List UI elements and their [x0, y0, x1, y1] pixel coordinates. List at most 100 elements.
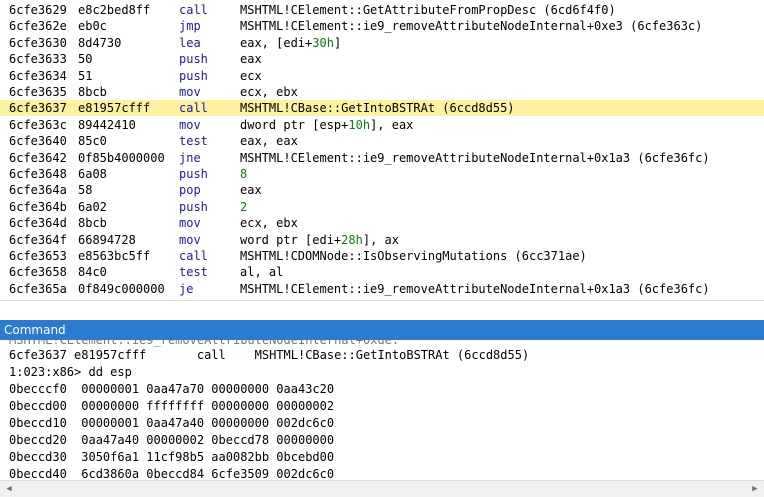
disasm-row[interactable]: 6cfe3653 e8563bc5ff call MSHTML!CDOMNode::I…: [0, 248, 764, 264]
disasm-address: 6cfe3634: [9, 68, 67, 83]
disasm-bytes: 6a08: [78, 167, 107, 181]
command-prompt-line: 1:023:x86> dd esp: [9, 365, 132, 379]
disasm-operands: ecx, ebx: [240, 216, 298, 231]
disasm-row[interactable]: 6cfe364a 58 pop eax: [0, 182, 764, 198]
disasm-row[interactable]: 6cfe3640 85c0 test eax, eax: [0, 133, 764, 149]
disasm-bytes: e8563bc5ff: [78, 249, 151, 263]
disasm-bytes: 0f849c000000: [78, 281, 165, 296]
disasm-mnemonic: je: [179, 281, 194, 296]
disasm-operands: 2: [240, 199, 248, 214]
scroll-left-icon[interactable]: ◀: [2, 482, 16, 496]
disasm-address: 6cfe364f: [9, 232, 67, 247]
disasm-mnemonic: mov: [179, 85, 201, 99]
disasm-operands: MSHTML!CElement::GetAttributeFromPropDes…: [240, 3, 616, 17]
disasm-bytes: 6a02: [78, 199, 107, 214]
disasm-operands: eax, eax: [240, 134, 298, 149]
disasm-mnemonic: test: [179, 265, 208, 280]
disasm-mnemonic: test: [179, 134, 208, 149]
disasm-address: 6cfe363c: [9, 117, 67, 132]
disasm-operands: MSHTML!CElement::ie9_removeAttributeNode…: [240, 150, 710, 165]
command-output[interactable]: MSHTML!CElement::ie9_removeAttributeNode…: [0, 340, 764, 480]
disasm-address: 6cfe365a: [9, 281, 67, 296]
disasm-address: 6cfe3630: [9, 35, 67, 50]
disasm-mnemonic: call: [179, 101, 208, 116]
disasm-row[interactable]: 6cfe3634 51 push ecx: [0, 68, 764, 84]
disasm-operands: dword ptr [esp+10h], eax: [240, 117, 414, 132]
command-output-line: 0beccd20 0aa47a40 00000002 0beccd78 0000…: [9, 433, 335, 447]
disasm-mnemonic: push: [179, 52, 208, 67]
disasm-address: 6cfe3658: [9, 265, 67, 280]
disasm-address: 6cfe3629: [9, 3, 67, 17]
disasm-row[interactable]: 6cfe3658 84c0 test al, al: [0, 264, 764, 280]
command-title: Command: [4, 323, 66, 337]
disasm-row[interactable]: 6cfe3642 0f85b4000000 jne MSHTML!CElement::…: [0, 150, 764, 166]
disasm-mnemonic: jmp: [179, 19, 201, 34]
disasm-bytes: eb0c: [78, 19, 107, 34]
scroll-right-icon[interactable]: ▶: [748, 482, 762, 496]
disasm-operands: eax, [edi+30h]: [240, 35, 342, 50]
disasm-bytes: 51: [78, 68, 93, 83]
disasm-address: 6cfe3653: [9, 249, 67, 263]
disasm-bytes: 84c0: [78, 265, 107, 280]
disasm-mnemonic: jne: [179, 150, 201, 165]
command-output-line: 0beccd00 00000000 ffffffff 00000000 0000…: [9, 399, 335, 413]
disasm-address: 6cfe3640: [9, 134, 67, 149]
disasm-operands: eax: [240, 52, 262, 67]
disasm-address: 6cfe3633: [9, 52, 67, 67]
disasm-mnemonic: mov: [179, 232, 201, 247]
disasm-bytes: 50: [78, 52, 93, 67]
disasm-operands: 8: [240, 167, 248, 181]
disasm-address: 6cfe3642: [9, 150, 67, 165]
disasm-bytes: 8d4730: [78, 35, 122, 50]
disasm-row[interactable]: 6cfe365a 0f849c000000 je MSHTML!CElement::i…: [0, 281, 764, 297]
disasm-mnemonic: push: [179, 68, 208, 83]
command-output-line: 0beccd10 00000001 0aa47a40 00000000 002d…: [9, 416, 335, 430]
disasm-mnemonic: mov: [179, 216, 201, 231]
disasm-row[interactable]: 6cfe3633 50 push eax: [0, 51, 764, 67]
disasm-row[interactable]: 6cfe3630 8d4730 lea eax, [edi+30h]: [0, 35, 764, 51]
disasm-row[interactable]: 6cfe3635 8bcb mov ecx, ebx: [0, 84, 764, 100]
disasm-operands: MSHTML!CDOMNode::IsObservingMutations (6…: [240, 249, 587, 263]
disasm-operands: eax: [240, 183, 262, 198]
disasm-operands: al, al: [240, 265, 284, 280]
disasm-address: 6cfe364b: [9, 199, 67, 214]
disasm-row-current[interactable]: 6cfe3637 e81957cfff call MSHTML!CBase::GetI…: [0, 100, 764, 117]
disasm-mnemonic: call: [179, 249, 208, 263]
disasm-operands: ecx, ebx: [240, 85, 298, 99]
disasm-operands: MSHTML!CBase::GetIntoBSTRAt (6ccd8d55): [240, 101, 515, 116]
disasm-bytes: 58: [78, 183, 93, 198]
horizontal-scrollbar[interactable]: ◀ ▶: [0, 480, 764, 497]
disasm-address: 6cfe3648: [9, 167, 67, 181]
disassembly-window[interactable]: 6cfe3629 e8c2bed8ffcall MSHTML!CElement::G…: [0, 0, 764, 318]
disasm-operands: ecx: [240, 68, 262, 83]
disasm-row[interactable]: 6cfe363c 89442410 mov dword ptr [esp+10h], …: [0, 117, 764, 133]
disasm-bytes: 0f85b4000000: [78, 150, 165, 165]
disasm-row[interactable]: 6cfe364b 6a02 push 2: [0, 199, 764, 215]
disasm-row[interactable]: 6cfe3629 e8c2bed8ff call MSHTML!CElement::G…: [0, 2, 764, 18]
disasm-operands: MSHTML!CElement::ie9_removeAttributeNode…: [240, 19, 703, 34]
command-output-line: 0beccd30 3050f6a1 11cf98b5 aa0082bb 0bce…: [9, 450, 335, 464]
disasm-row[interactable]: 6cfe362e eb0c jmp MSHTML!CElement::ie9_remo…: [0, 18, 764, 34]
disasm-mnemonic: push: [179, 199, 208, 214]
disasm-address: 6cfe362e: [9, 19, 67, 34]
disasm-row[interactable]: 6cfe364f 66894728 mov word ptr [edi+28h], a…: [0, 232, 764, 248]
command-output-line: 0becccf0 00000001 0aa47a70 00000000 0aa4…: [9, 382, 335, 396]
disasm-operands: MSHTML!CElement::ie9_removeAttributeNode…: [240, 281, 710, 296]
disasm-mnemonic: pop: [179, 183, 201, 198]
disasm-bytes: 89442410: [78, 117, 136, 132]
command-window-title[interactable]: Command: [0, 320, 764, 340]
disasm-mnemonic: push: [179, 167, 208, 181]
disasm-bytes: 8bcb: [78, 85, 107, 99]
disasm-address: 6cfe3637: [9, 101, 67, 116]
disasm-bytes: e81957cfff: [78, 101, 151, 116]
disasm-address: 6cfe364a: [9, 183, 67, 198]
disasm-address: 6cfe3635: [9, 85, 67, 99]
disasm-row[interactable]: 6cfe364d 8bcb mov ecx, ebx: [0, 215, 764, 231]
disasm-bytes: e8c2bed8ff: [78, 3, 151, 17]
disasm-bytes: 8bcb: [78, 216, 107, 231]
pane-splitter[interactable]: [0, 300, 764, 319]
disasm-mnemonic: mov: [179, 117, 201, 132]
disasm-operands: word ptr [edi+28h], ax: [240, 232, 399, 247]
command-output-line: 0beccd40 6cd3860a 0beccd84 6cfe3509 002d…: [9, 467, 335, 480]
disasm-row[interactable]: 6cfe3648 6a08 push 8: [0, 166, 764, 182]
